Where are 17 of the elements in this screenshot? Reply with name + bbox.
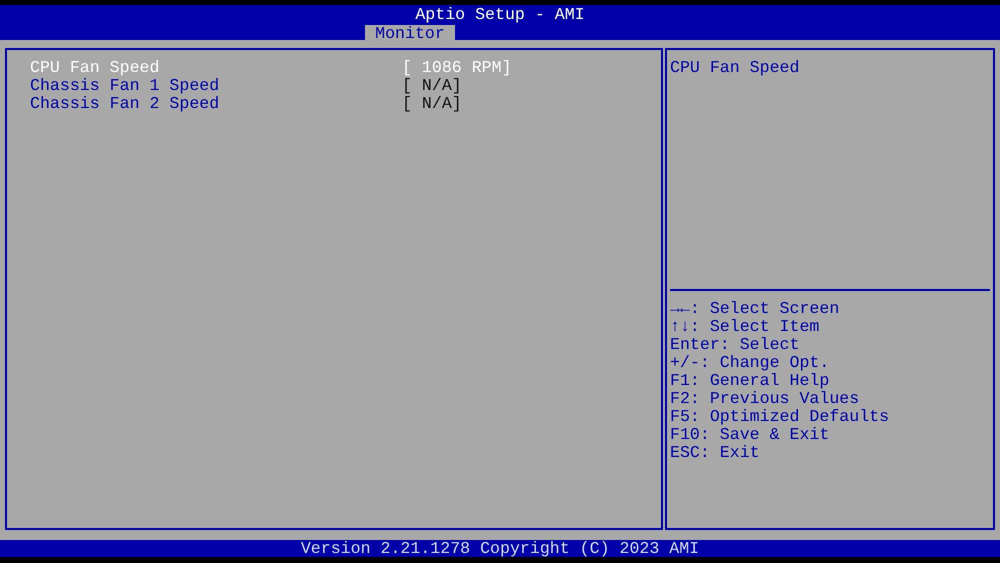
key-hint: Enter: Select [670,336,800,354]
key-hint: F10: Save & Exit [670,426,830,444]
window-title: Aptio Setup - AMI [415,6,585,24]
key-hint: →←: Select Screen [670,300,840,318]
help-text: CPU Fan Speed [670,58,800,77]
key-hint: F2: Previous Values [670,390,860,408]
setting-value: [ 1086 RPM] [402,59,512,77]
key-hint: F1: General Help [670,372,830,390]
key-hint: ↑↓: Select Item [670,318,820,336]
setting-value: [ N/A] [402,95,462,113]
setting-label[interactable]: Chassis Fan 2 Speed [30,95,402,113]
key-hint: F5: Optimized Defaults [670,408,890,426]
key-hint: ESC: Exit [670,444,760,462]
setting-value: [ N/A] [402,77,462,95]
version-text: Version 2.21.1278 Copyright (C) 2023 AMI [300,540,700,557]
setting-label[interactable]: Chassis Fan 1 Speed [30,77,402,95]
key-hint: +/-: Change Opt. [670,354,830,372]
